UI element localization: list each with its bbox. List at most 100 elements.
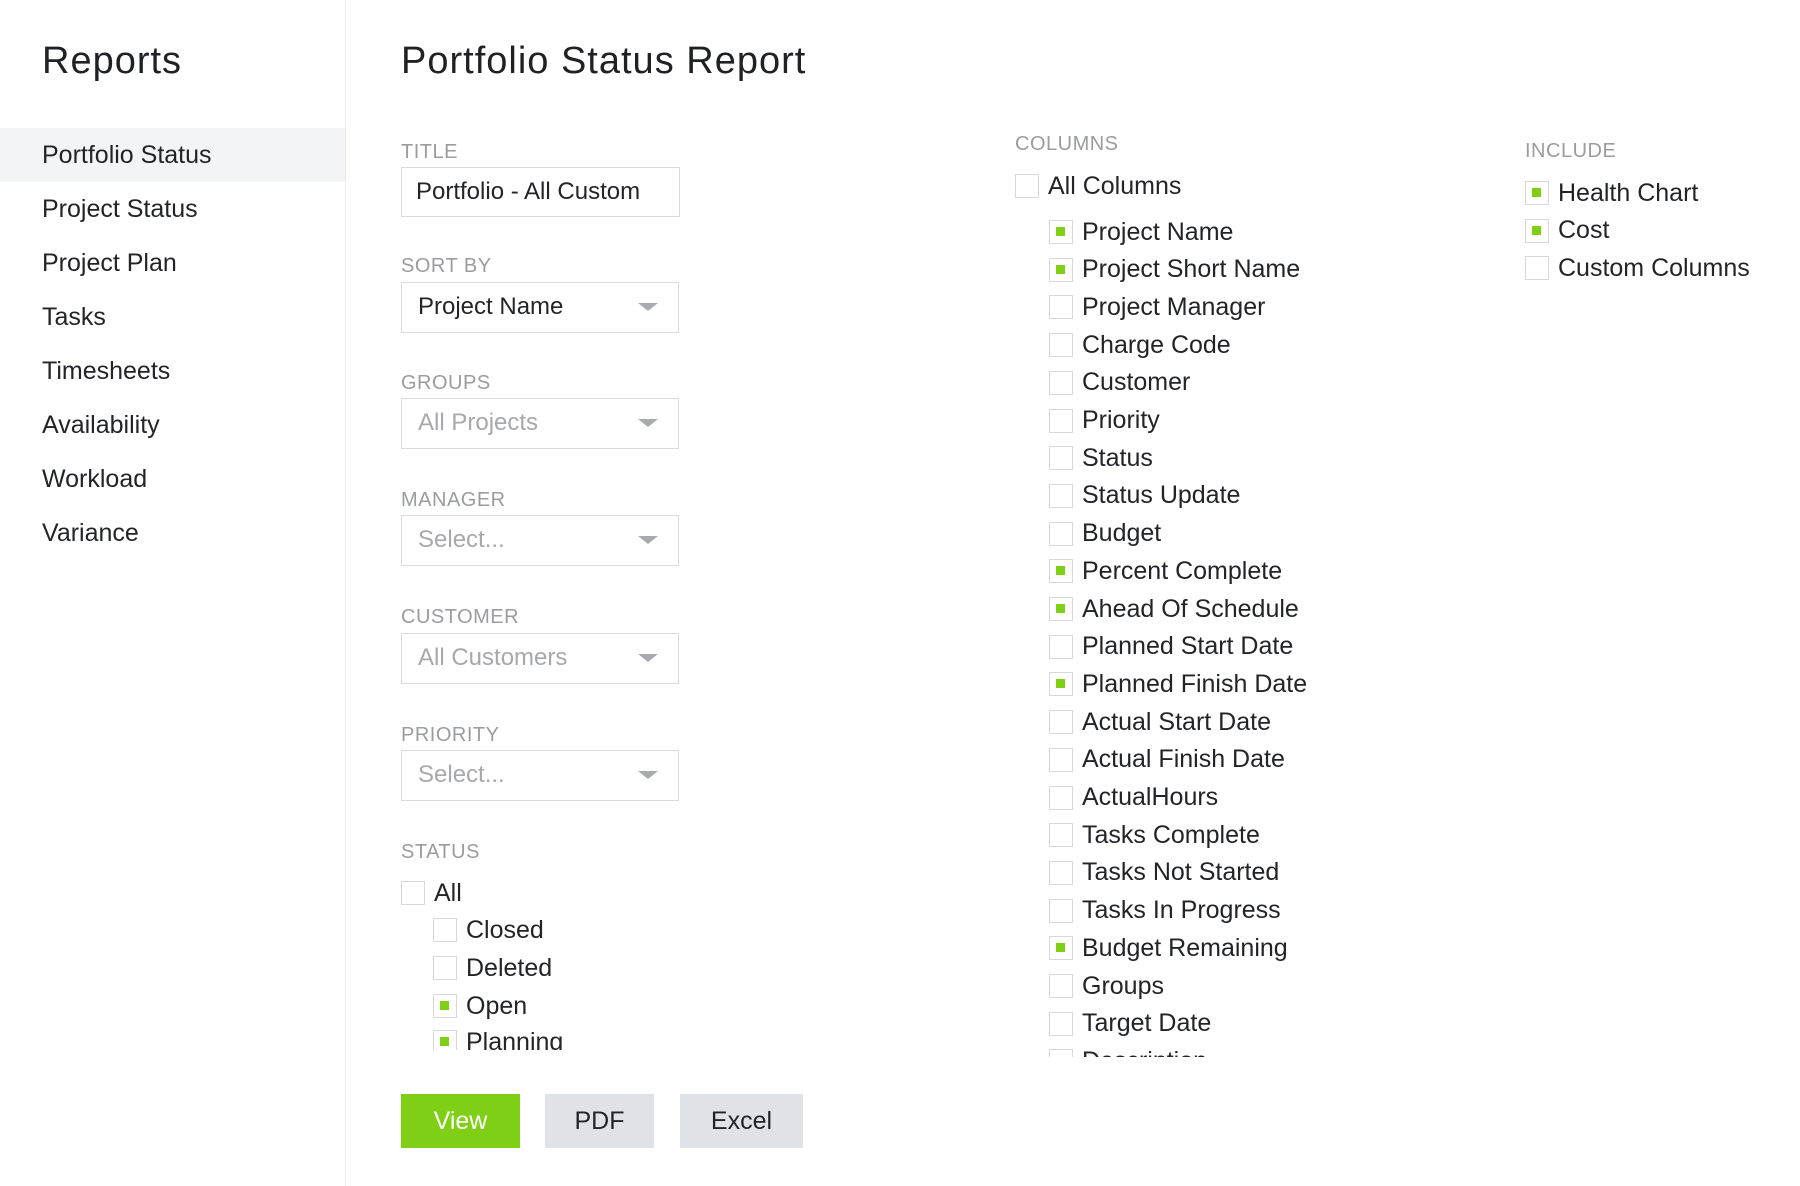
status-list: All Closed Deleted Open Planning xyxy=(395,872,695,1050)
column-groups-checkbox[interactable]: Groups xyxy=(1049,969,1164,1003)
checkbox[interactable] xyxy=(1049,898,1073,923)
column-project-name-checkbox[interactable]: Project Name xyxy=(1049,215,1233,249)
pdf-button[interactable]: PDF xyxy=(545,1094,654,1148)
checkbox[interactable] xyxy=(1049,936,1073,961)
checkbox[interactable] xyxy=(1049,446,1073,471)
column-status-update-checkbox[interactable]: Status Update xyxy=(1049,479,1240,513)
checkbox-label: Customer xyxy=(1082,368,1191,397)
checkbox-label: Target Date xyxy=(1082,1009,1212,1038)
column-ahead-of-schedule-checkbox[interactable]: Ahead Of Schedule xyxy=(1049,592,1299,626)
checkbox[interactable] xyxy=(1049,257,1073,282)
checkbox-label: Percent Complete xyxy=(1082,556,1283,585)
column-priority-checkbox[interactable]: Priority xyxy=(1049,404,1160,438)
checkbox[interactable] xyxy=(1049,370,1073,395)
sidebar-item-project-status[interactable]: Project Status xyxy=(0,182,345,236)
column-status-checkbox[interactable]: Status xyxy=(1049,441,1153,475)
column-actualhours-checkbox[interactable]: ActualHours xyxy=(1049,781,1218,815)
column-actual-finish-date-checkbox[interactable]: Actual Finish Date xyxy=(1049,743,1285,777)
column-customer-checkbox[interactable]: Customer xyxy=(1049,366,1190,400)
excel-button[interactable]: Excel xyxy=(680,1094,803,1148)
groups-value: All Projects xyxy=(418,409,539,436)
status-planning-checkbox[interactable]: Planning xyxy=(433,1025,563,1050)
checkbox[interactable] xyxy=(1049,634,1073,659)
checkbox-label: Planned Start Date xyxy=(1082,632,1294,661)
checkbox[interactable] xyxy=(1049,710,1073,735)
column-tasks-not-started-checkbox[interactable]: Tasks Not Started xyxy=(1049,856,1279,890)
checkbox[interactable] xyxy=(1049,860,1073,885)
checkbox[interactable] xyxy=(1049,1011,1073,1036)
checkbox[interactable] xyxy=(401,881,425,905)
checkbox[interactable] xyxy=(433,918,457,942)
checkbox[interactable] xyxy=(1049,747,1073,772)
checkbox[interactable] xyxy=(1049,974,1073,998)
all-columns-checkbox[interactable]: All Columns xyxy=(1015,169,1181,203)
checkbox[interactable] xyxy=(433,1030,457,1050)
sort-by-select[interactable]: Project Name xyxy=(401,282,679,333)
view-button[interactable]: View xyxy=(401,1094,520,1148)
status-open-checkbox[interactable]: Open xyxy=(433,989,527,1023)
checkbox-label: ActualHours xyxy=(1082,783,1219,811)
column-tasks-complete-checkbox[interactable]: Tasks Complete xyxy=(1049,818,1260,852)
sidebar-item-availability[interactable]: Availability xyxy=(0,398,345,452)
checkbox[interactable] xyxy=(1049,333,1073,358)
checkbox[interactable] xyxy=(1049,597,1073,621)
sidebar-item-timesheets[interactable]: Timesheets xyxy=(0,344,345,398)
checkbox[interactable] xyxy=(1049,408,1073,433)
checkbox-label: Closed xyxy=(466,915,544,944)
checkbox[interactable] xyxy=(1049,785,1073,810)
checkbox[interactable] xyxy=(1049,823,1073,848)
include-health-chart-checkbox[interactable]: Health Chart xyxy=(1525,176,1698,210)
column-description-checkbox[interactable]: Description xyxy=(1049,1044,1207,1057)
status-deleted-checkbox[interactable]: Deleted xyxy=(433,951,552,985)
checkbox-label: Budget xyxy=(1082,519,1162,548)
checkbox-label: Project Short Name xyxy=(1082,255,1301,284)
column-actual-start-date-checkbox[interactable]: Actual Start Date xyxy=(1049,705,1271,739)
title-input[interactable] xyxy=(401,167,680,217)
manager-select[interactable]: Select... xyxy=(401,515,679,566)
column-planned-start-date-checkbox[interactable]: Planned Start Date xyxy=(1049,630,1293,664)
column-tasks-in-progress-checkbox[interactable]: Tasks In Progress xyxy=(1049,894,1281,928)
sidebar-item-variance[interactable]: Variance xyxy=(0,506,345,560)
checkbox-label: Groups xyxy=(1082,971,1164,1000)
column-project-short-name-checkbox[interactable]: Project Short Name xyxy=(1049,253,1300,287)
columns-list: Project Name Project Short Name Project Ma… xyxy=(1045,205,1465,1057)
checkbox[interactable] xyxy=(1049,220,1073,244)
column-project-manager-checkbox[interactable]: Project Manager xyxy=(1049,290,1265,324)
column-planned-finish-date-checkbox[interactable]: Planned Finish Date xyxy=(1049,667,1307,701)
column-percent-complete-checkbox[interactable]: Percent Complete xyxy=(1049,554,1282,588)
checkbox[interactable] xyxy=(1049,1049,1073,1057)
checkbox-label: Tasks Not Started xyxy=(1082,858,1280,887)
status-closed-checkbox[interactable]: Closed xyxy=(433,913,544,947)
checkbox[interactable] xyxy=(1525,218,1549,243)
column-target-date-checkbox[interactable]: Target Date xyxy=(1049,1007,1211,1041)
checkbox[interactable] xyxy=(433,956,457,980)
sidebar-item-workload[interactable]: Workload xyxy=(0,452,345,506)
checkbox[interactable] xyxy=(1015,174,1039,198)
checkbox[interactable] xyxy=(1525,256,1549,280)
checkbox-label: All xyxy=(434,878,462,907)
checkbox[interactable] xyxy=(1525,181,1549,205)
priority-select[interactable]: Select... xyxy=(401,750,679,801)
checkbox[interactable] xyxy=(1049,672,1073,697)
checkbox[interactable] xyxy=(1049,521,1073,546)
sidebar-item-portfolio-status[interactable]: Portfolio Status xyxy=(0,128,345,182)
sidebar-item-project-plan[interactable]: Project Plan xyxy=(0,236,345,290)
checkbox-label: Cost xyxy=(1558,216,1610,244)
status-all-checkbox[interactable]: All xyxy=(401,876,462,910)
sidebar-item-tasks[interactable]: Tasks xyxy=(0,290,345,344)
groups-label: GROUPS xyxy=(401,372,491,394)
sort-by-value: Project Name xyxy=(418,293,564,320)
column-budget-checkbox[interactable]: Budget xyxy=(1049,517,1161,551)
include-custom-columns-checkbox[interactable]: Custom Columns xyxy=(1525,251,1750,285)
checkbox[interactable] xyxy=(1049,559,1073,584)
column-budget-remaining-checkbox[interactable]: Budget Remaining xyxy=(1049,931,1288,965)
column-charge-code-checkbox[interactable]: Charge Code xyxy=(1049,328,1231,362)
checkbox[interactable] xyxy=(433,994,457,1018)
customer-select[interactable]: All Customers xyxy=(401,633,679,684)
checkbox-label: Charge Code xyxy=(1082,330,1231,359)
checkbox[interactable] xyxy=(1049,483,1073,508)
include-cost-checkbox[interactable]: Cost xyxy=(1525,214,1609,248)
checkbox[interactable] xyxy=(1049,295,1073,320)
checkbox-label: Planning xyxy=(466,1027,564,1051)
groups-select[interactable]: All Projects xyxy=(401,398,679,449)
